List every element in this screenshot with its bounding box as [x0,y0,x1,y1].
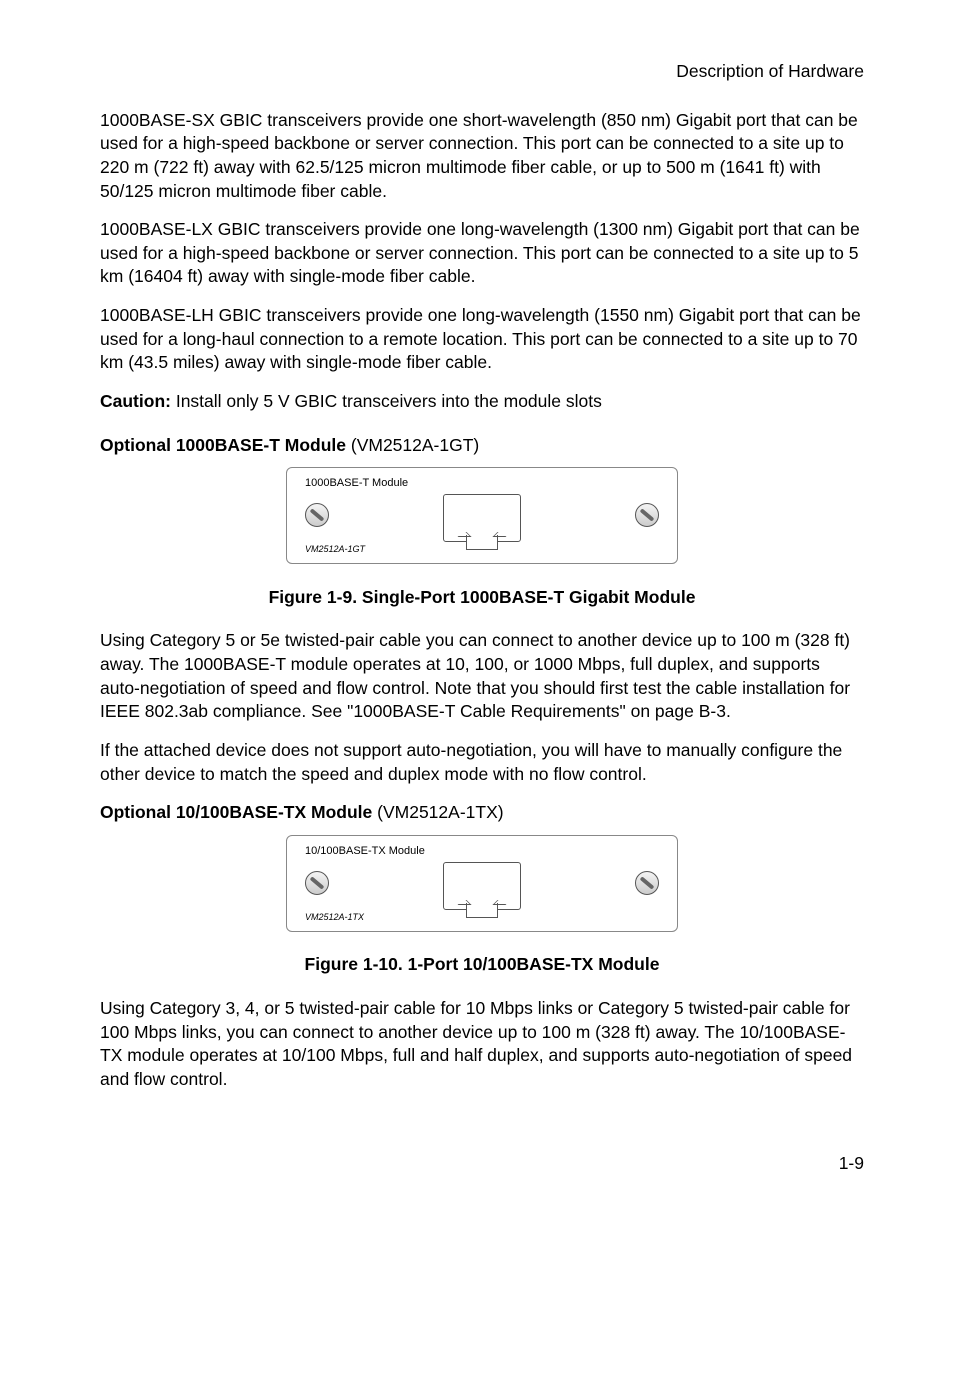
module-label: 1000BASE-T Module [305,476,408,491]
module-diagram: 1000BASE-T Module VM2512A-1GT [286,467,678,564]
screw-icon [305,503,329,527]
body-paragraph: If the attached device does not support … [100,739,864,786]
body-paragraph: Using Category 3, 4, or 5 twisted-pair c… [100,997,864,1092]
module-label: 10/100BASE-TX Module [305,844,425,859]
body-paragraph: Using Category 5 or 5e twisted-pair cabl… [100,629,864,724]
screw-icon [305,871,329,895]
caution-text: Install only 5 V GBIC transceivers into … [171,391,602,411]
module-diagram: 10/100BASE-TX Module VM2512A-1TX [286,835,678,932]
section-heading-1000base-t: Optional 1000BASE-T Module (VM2512A-1GT) [100,434,864,458]
page-header: Description of Hardware [100,60,864,84]
section-title-suffix: (VM2512A-1GT) [346,435,479,455]
figure-1-9: 1000BASE-T Module VM2512A-1GT [100,467,864,571]
section-title-bold: Optional 1000BASE-T Module [100,435,346,455]
body-paragraph: 1000BASE-SX GBIC transceivers provide on… [100,109,864,204]
figure-caption: Figure 1-10. 1-Port 10/100BASE-TX Module [100,953,864,977]
module-part-number: VM2512A-1GT [305,543,365,555]
rj45-port-icon [443,862,521,920]
body-paragraph: 1000BASE-LX GBIC transceivers provide on… [100,218,864,289]
section-title-bold: Optional 10/100BASE-TX Module [100,802,372,822]
figure-1-10: 10/100BASE-TX Module VM2512A-1TX [100,835,864,939]
section-heading-10-100base-tx: Optional 10/100BASE-TX Module (VM2512A-1… [100,801,864,825]
caution-note: Caution: Install only 5 V GBIC transceiv… [100,390,864,414]
screw-icon [635,871,659,895]
figure-caption: Figure 1-9. Single-Port 1000BASE-T Gigab… [100,586,864,610]
body-paragraph: 1000BASE-LH GBIC transceivers provide on… [100,304,864,375]
rj45-port-icon [443,494,521,552]
caution-label: Caution: [100,391,171,411]
screw-icon [635,503,659,527]
section-title-suffix: (VM2512A-1TX) [372,802,503,822]
page-number: 1-9 [100,1152,864,1176]
module-part-number: VM2512A-1TX [305,911,364,923]
